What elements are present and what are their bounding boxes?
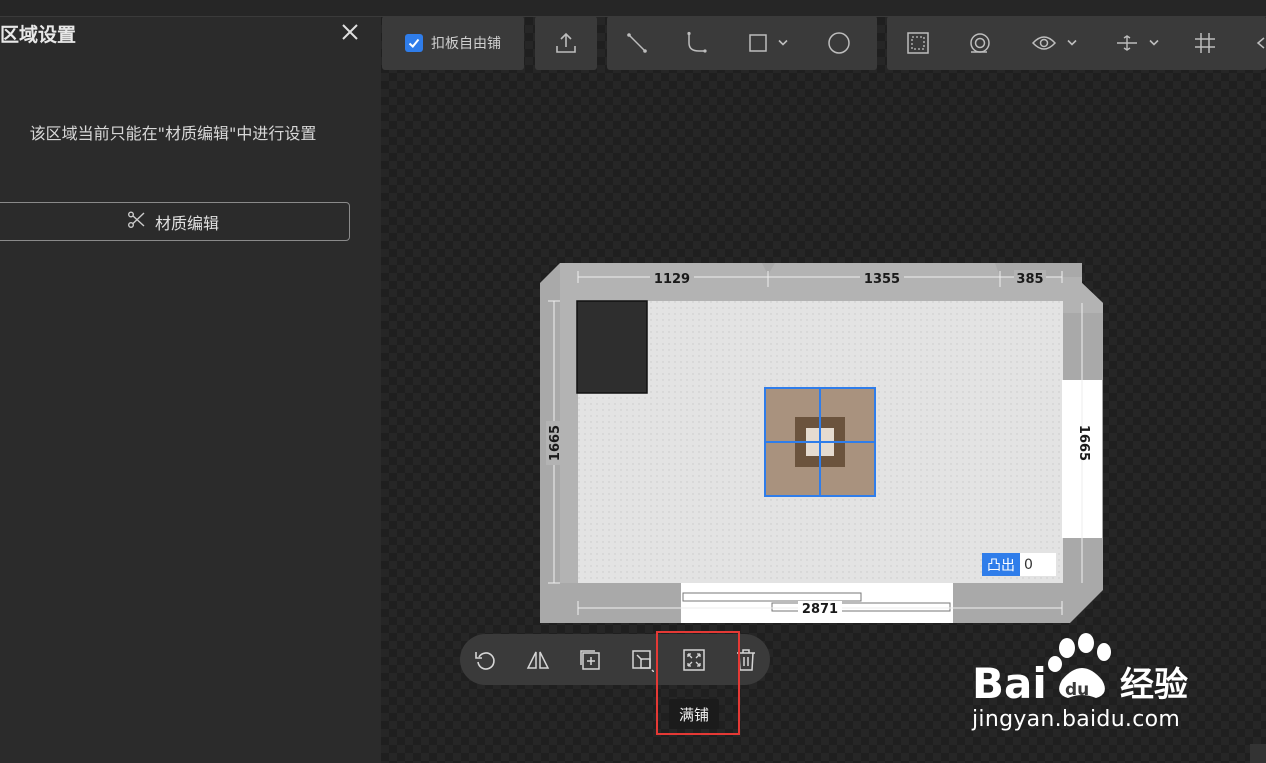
- dim-right: 1665: [1076, 425, 1091, 461]
- dim-left: 1665: [548, 425, 563, 461]
- panel-title: 区域设置: [0, 24, 77, 46]
- dim-bottom: 2871: [802, 602, 838, 617]
- checkbox-checked-icon[interactable]: [405, 34, 423, 52]
- line-tool-icon[interactable]: [607, 16, 667, 70]
- free-tile-label: 扣板自由铺: [431, 36, 501, 52]
- upload-icon[interactable]: [553, 16, 579, 70]
- panel-message: 该区域当前只能在"材质编辑"中进行设置: [29, 124, 317, 143]
- material-edit-label: 材质编辑: [154, 213, 219, 233]
- material-edit-button[interactable]: 材质编辑: [0, 202, 350, 241]
- tile-pattern[interactable]: [764, 387, 876, 497]
- convex-input[interactable]: 0: [1020, 553, 1056, 576]
- pillar[interactable]: [576, 300, 648, 394]
- convex-label: 凸出: [982, 553, 1020, 576]
- dim-top-1: 1129: [654, 272, 690, 287]
- grid-icon[interactable]: [1177, 16, 1233, 70]
- edit-tool-icon: [127, 211, 147, 233]
- upload-group: [535, 16, 597, 70]
- dim-top-3: 385: [1016, 272, 1043, 287]
- highlight-box: [656, 631, 740, 735]
- corner-handle: [1250, 744, 1266, 763]
- spiral-fill-icon[interactable]: [949, 16, 1011, 70]
- draw-tools-group: [607, 16, 877, 70]
- mirror-icon[interactable]: [518, 634, 558, 685]
- circle-tool-icon[interactable]: [809, 16, 869, 70]
- eye-icon[interactable]: [1011, 16, 1097, 70]
- arc-tool-icon[interactable]: [667, 16, 727, 70]
- rectangle-tool-icon[interactable]: [727, 16, 809, 70]
- watermark-brand: Bai: [972, 659, 1047, 708]
- watermark-suffix: 经验: [1120, 665, 1188, 705]
- dim-top-2: 1355: [864, 272, 900, 287]
- chevron-down-icon: [1149, 39, 1159, 46]
- watermark-url: jingyan.baidu.com: [972, 707, 1181, 732]
- chevron-down-icon: [778, 39, 788, 46]
- select-region-icon[interactable]: [887, 16, 949, 70]
- copy-add-icon[interactable]: [570, 634, 610, 685]
- watermark-brand-du: du: [1065, 680, 1089, 700]
- more-tools-icon[interactable]: [1233, 16, 1266, 70]
- top-strip: [0, 0, 1266, 17]
- close-icon[interactable]: [336, 18, 364, 46]
- chevron-down-icon: [1067, 39, 1077, 46]
- view-tools-group: [887, 16, 1266, 70]
- align-icon[interactable]: [1097, 16, 1177, 70]
- free-tile-toggle[interactable]: 扣板自由铺: [382, 16, 524, 70]
- rotate-icon[interactable]: [466, 634, 506, 685]
